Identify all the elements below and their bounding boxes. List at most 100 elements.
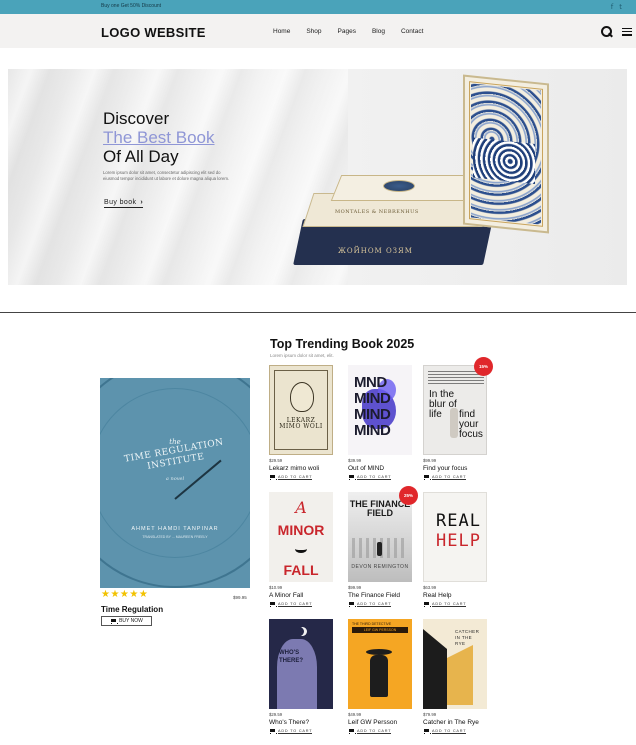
add-to-cart-label: ADD TO CART: [357, 475, 392, 480]
cover-text: WHO'S: [279, 650, 300, 656]
book-title[interactable]: Who's There?: [269, 719, 333, 726]
bird-illustration: [295, 545, 307, 553]
add-to-cart-button[interactable]: ADD TO CART: [348, 475, 412, 480]
featured-cover-translator: TRANSLATED BY ... MAUREEN FREELY: [142, 535, 208, 539]
add-to-cart-button[interactable]: ADD TO CART: [423, 475, 487, 480]
cover-text: FALL: [283, 562, 319, 578]
facebook-icon[interactable]: f: [611, 2, 613, 12]
cover-text: THERE?: [279, 658, 303, 664]
featured-book-cover[interactable]: the TIME REGULATION INSTITUTE a novel AH…: [100, 378, 250, 588]
cover-text: A: [295, 498, 307, 517]
hero-headline-line3: Of All Day: [103, 147, 179, 166]
featured-price: $99.95: [233, 595, 247, 600]
cart-icon: [423, 602, 431, 607]
cover-text: MND: [354, 374, 387, 391]
buy-book-button[interactable]: Buy book ›: [104, 199, 144, 208]
add-to-cart-button[interactable]: ADD TO CART: [348, 729, 412, 734]
figure-illustration: [377, 542, 382, 556]
cover-text: In the blur of life: [429, 389, 457, 420]
hero-book-medallion: [383, 180, 415, 192]
book-cover[interactable]: REAL HELP: [423, 492, 487, 582]
promo-text: Buy one Get 50% Discount: [101, 3, 162, 9]
book-cover[interactable]: CATCHER IN THE RYE: [423, 619, 487, 709]
twitter-icon[interactable]: t: [619, 2, 622, 12]
nav-blog[interactable]: Blog: [372, 28, 385, 35]
book-title[interactable]: Out of MIND: [348, 465, 412, 472]
book-card: CATCHER IN THE RYE $79.99 Catcher in The R…: [423, 619, 487, 734]
nav-pages[interactable]: Pages: [338, 28, 356, 35]
book-price: $10.99: [269, 585, 283, 590]
site-logo[interactable]: LOGO WEBSITE: [101, 25, 206, 40]
add-to-cart-button[interactable]: ADD TO CART: [348, 602, 412, 607]
buy-now-button[interactable]: BUY NOW: [101, 616, 152, 626]
add-to-cart-label: ADD TO CART: [357, 602, 392, 607]
nav-shop[interactable]: Shop: [306, 28, 321, 35]
book-price: $79.99: [423, 712, 437, 717]
cover-text: REAL: [436, 511, 481, 531]
cart-icon: [269, 729, 277, 734]
moon-icon: [295, 627, 304, 636]
book-card: LEKARZ MIMO WOLI $29.59 Lekarz mimo woli …: [269, 365, 333, 480]
book-cover[interactable]: MND MIND MIND MIND: [348, 365, 412, 455]
book-cover[interactable]: THE FINANCE FIELD DEVON REMINGTON: [348, 492, 412, 582]
add-to-cart-button[interactable]: ADD TO CART: [269, 475, 333, 480]
book-title[interactable]: A Minor Fall: [269, 592, 333, 599]
portrait-illustration: [290, 382, 314, 412]
add-to-cart-label: ADD TO CART: [432, 729, 467, 734]
book-cover[interactable]: LEKARZ MIMO WOLI: [269, 365, 333, 455]
add-to-cart-button[interactable]: ADD TO CART: [269, 729, 333, 734]
cart-icon: [348, 729, 356, 734]
book-price: $63.99: [423, 585, 437, 590]
book-title[interactable]: Lekarz mimo woli: [269, 465, 333, 472]
book-card: In the blur of life find your focus $99.…: [423, 365, 487, 480]
add-to-cart-button[interactable]: ADD TO CART: [269, 602, 333, 607]
book-cover[interactable]: THE THIRD DETECTIVE LEIF GW PERSSON: [348, 619, 412, 709]
section-subtitle: Lorem ipsum dolor sit amet, elit.: [270, 353, 334, 358]
cover-text: MIND: [354, 406, 391, 423]
book-title[interactable]: The Finance Field: [348, 592, 412, 599]
book-card: WHO'S THERE? $29.59 Who's There? ADD TO C…: [269, 619, 333, 734]
featured-title[interactable]: Time Regulation: [101, 605, 163, 614]
nav-home[interactable]: Home: [273, 28, 290, 35]
header-actions: [601, 26, 632, 37]
add-to-cart-label: ADD TO CART: [432, 475, 467, 480]
add-to-cart-button[interactable]: ADD TO CART: [423, 729, 487, 734]
section-title: Top Trending Book 2025: [270, 337, 415, 351]
search-icon[interactable]: [601, 26, 612, 37]
book-title[interactable]: Leif GW Persson: [348, 719, 412, 726]
book-cover[interactable]: WHO'S THERE?: [269, 619, 333, 709]
building-illustration: [423, 629, 447, 709]
cover-text: IN THE: [455, 635, 473, 640]
buy-now-label: BUY NOW: [119, 618, 143, 624]
book-title[interactable]: Real Help: [423, 592, 487, 599]
cart-icon: [110, 618, 119, 624]
book-title[interactable]: Find your focus: [423, 465, 487, 472]
book-title[interactable]: Catcher in The Rye: [423, 719, 487, 726]
discount-badge: 25%: [399, 486, 418, 505]
book-card: MND MIND MIND MIND $39.99 Out of MIND AD…: [348, 365, 412, 480]
nav-contact[interactable]: Contact: [401, 28, 423, 35]
featured-cover-subtitle: a novel: [165, 476, 185, 482]
add-to-cart-button[interactable]: ADD TO CART: [423, 602, 487, 607]
book-cover[interactable]: A MINOR FALL: [269, 492, 333, 582]
add-to-cart-label: ADD TO CART: [278, 729, 313, 734]
add-to-cart-label: ADD TO CART: [357, 729, 392, 734]
add-to-cart-label: ADD TO CART: [278, 602, 313, 607]
hero-headline-highlight: The Best Book: [103, 128, 215, 147]
book-price: $39.99: [348, 458, 362, 463]
cart-icon: [423, 729, 431, 734]
book-price: $29.59: [269, 458, 283, 463]
hero-book-bottom-title: ЖОЙНОМ ОЗЯМ: [338, 247, 413, 255]
cart-icon: [269, 602, 277, 607]
man-illustration: [370, 655, 388, 697]
promo-bar: Buy one Get 50% Discount f t: [0, 0, 636, 14]
menu-icon[interactable]: [622, 27, 632, 36]
book-cover[interactable]: In the blur of life find your focus: [423, 365, 487, 455]
main-nav: Home Shop Pages Blog Contact: [273, 28, 439, 35]
book-card: REAL HELP $63.99 Real Help ADD TO CART: [423, 492, 487, 607]
cart-icon: [423, 475, 431, 480]
hero-headline-line1: Discover: [103, 109, 170, 128]
hero-book-standing: [463, 74, 549, 234]
featured-cover-author: AHMET HAMDI TANPINAR: [131, 526, 219, 532]
cover-text: LEIF GW PERSSON: [352, 627, 408, 633]
